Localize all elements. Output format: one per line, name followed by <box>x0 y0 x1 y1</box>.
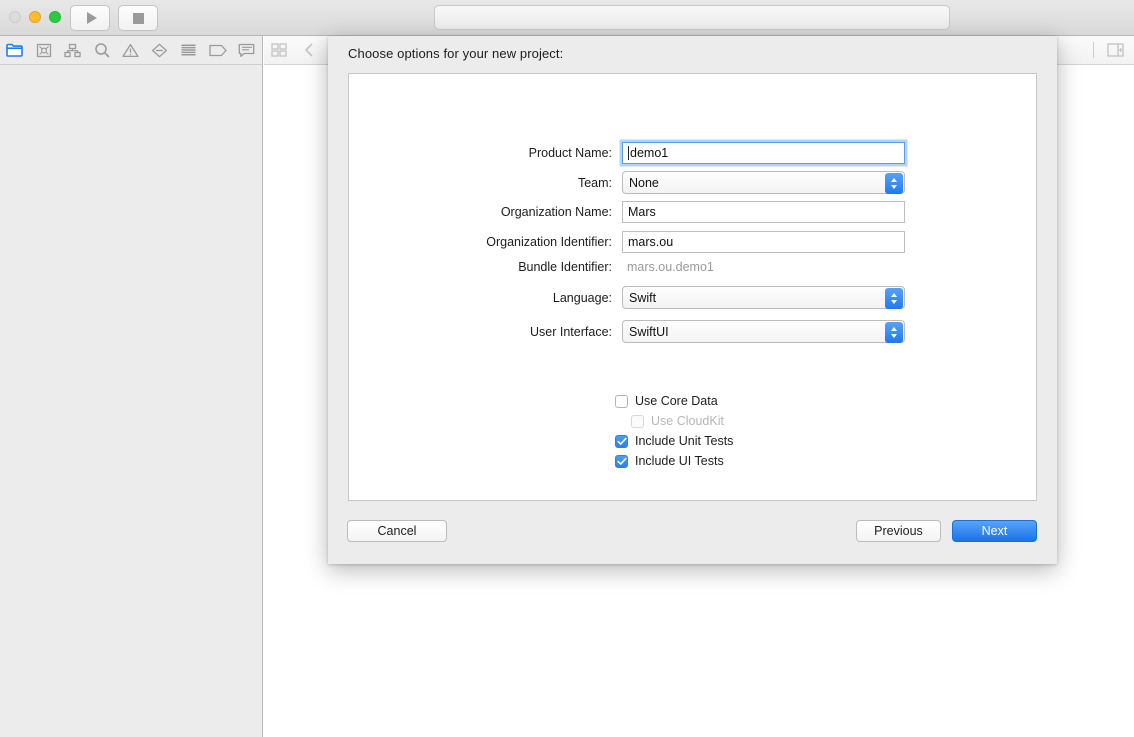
language-value: Swift <box>629 290 657 305</box>
checkmark-icon <box>616 457 627 465</box>
product-name-label: Product Name: <box>528 146 612 160</box>
form-row-organization-identifier: Organization Identifier: mars.ou <box>349 231 905 253</box>
issue-navigator-icon[interactable] <box>116 36 145 64</box>
checkbox-box[interactable] <box>615 394 628 408</box>
form-row-product-name: Product Name: demo1 <box>349 142 905 164</box>
checkbox-include-ui-tests[interactable]: Include UI Tests <box>615 454 724 468</box>
checkbox-box <box>631 414 644 428</box>
checkbox-label: Use Core Data <box>635 394 718 408</box>
editor-toolbar-right <box>1087 36 1130 64</box>
sheet-content-panel: Product Name: demo1 Team: None Organizat… <box>348 73 1037 501</box>
form-row-user-interface: User Interface: SwiftUI <box>349 320 905 343</box>
organization-identifier-input[interactable]: mars.ou <box>622 231 905 253</box>
project-navigator-icon[interactable] <box>0 36 29 64</box>
new-project-options-sheet: Choose options for your new project: Pro… <box>328 36 1057 564</box>
stop-icon <box>132 12 144 24</box>
chevron-down-icon <box>891 300 897 304</box>
run-controls <box>70 5 158 31</box>
activity-status-bar <box>434 5 950 30</box>
previous-button[interactable]: Previous <box>856 520 941 542</box>
play-icon <box>86 12 97 24</box>
symbol-navigator-icon[interactable] <box>58 36 87 64</box>
minimize-window-button[interactable] <box>29 11 41 23</box>
toolbar-divider <box>1093 42 1094 58</box>
debug-navigator-icon[interactable] <box>174 36 203 64</box>
bundle-identifier-value: mars.ou.demo1 <box>627 260 714 274</box>
chevron-up-icon <box>891 178 897 182</box>
user-interface-stepper-icon[interactable] <box>885 322 903 343</box>
checkbox-label: Use CloudKit <box>651 414 724 428</box>
back-chevron-icon[interactable] <box>294 36 324 64</box>
chevron-down-icon <box>891 185 897 189</box>
language-stepper-icon[interactable] <box>885 288 903 309</box>
team-value: None <box>629 175 659 190</box>
form-row-organization-name: Organization Name: Mars <box>349 201 905 223</box>
language-popup-button[interactable]: Swift <box>622 286 905 309</box>
checkbox-box[interactable] <box>615 434 628 448</box>
checkbox-use-cloudkit: Use CloudKit <box>631 414 724 428</box>
bundle-identifier-label: Bundle Identifier: <box>518 260 612 274</box>
product-name-value: demo1 <box>630 146 669 160</box>
sheet-title: Choose options for your new project: <box>348 46 564 61</box>
inspector-toggle-icon[interactable] <box>1100 36 1130 64</box>
window-titlebar <box>0 0 1134 36</box>
chevron-down-icon <box>891 334 897 338</box>
breakpoint-navigator-icon[interactable] <box>203 36 232 64</box>
zoom-window-button[interactable] <box>49 11 61 23</box>
test-navigator-icon[interactable] <box>145 36 174 64</box>
organization-name-value: Mars <box>628 205 656 219</box>
text-caret <box>628 146 629 160</box>
checkbox-box[interactable] <box>615 454 628 468</box>
language-label: Language: <box>552 290 612 305</box>
next-button[interactable]: Next <box>952 520 1037 542</box>
navigator-toolbar <box>0 36 262 65</box>
organization-identifier-value: mars.ou <box>628 235 674 249</box>
product-name-input[interactable]: demo1 <box>622 142 905 164</box>
source-control-navigator-icon[interactable] <box>29 36 58 64</box>
cancel-button[interactable]: Cancel <box>347 520 447 542</box>
close-window-button[interactable] <box>9 11 21 23</box>
organization-identifier-label: Organization Identifier: <box>486 235 612 249</box>
team-stepper-icon[interactable] <box>885 173 903 194</box>
team-label: Team: <box>577 175 612 190</box>
form-row-bundle-identifier: Bundle Identifier: mars.ou.demo1 <box>349 260 714 274</box>
run-button[interactable] <box>70 5 110 31</box>
team-popup-button[interactable]: None <box>622 171 905 194</box>
organization-name-label: Organization Name: <box>500 205 612 219</box>
chevron-up-icon <box>891 327 897 331</box>
organization-name-input[interactable]: Mars <box>622 201 905 223</box>
user-interface-label: User Interface: <box>530 324 612 339</box>
checkbox-label: Include UI Tests <box>635 454 724 468</box>
form-row-language: Language: Swift <box>349 286 905 309</box>
checkmark-icon <box>616 437 627 445</box>
editor-layout-icon[interactable] <box>264 36 294 64</box>
user-interface-value: SwiftUI <box>629 324 669 339</box>
stop-button[interactable] <box>118 5 158 31</box>
report-navigator-icon[interactable] <box>232 36 261 64</box>
checkbox-use-core-data[interactable]: Use Core Data <box>615 394 718 408</box>
navigator-sidebar <box>0 36 263 737</box>
checkbox-label: Include Unit Tests <box>635 434 734 448</box>
checkbox-include-unit-tests[interactable]: Include Unit Tests <box>615 434 733 448</box>
traffic-light-group <box>9 11 61 23</box>
form-row-team: Team: None <box>349 171 905 194</box>
user-interface-popup-button[interactable]: SwiftUI <box>622 320 905 343</box>
chevron-up-icon <box>891 293 897 297</box>
find-navigator-icon[interactable] <box>87 36 116 64</box>
